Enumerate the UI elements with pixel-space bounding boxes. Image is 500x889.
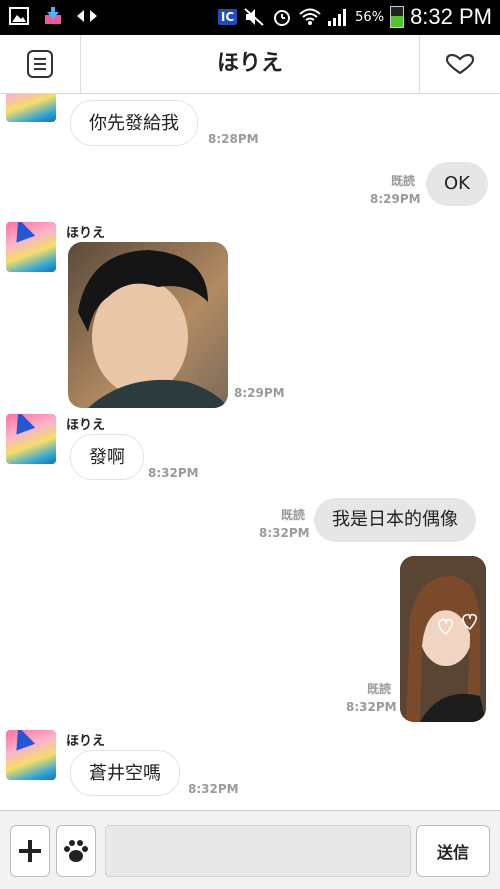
sender-name: ほりえ xyxy=(66,226,106,241)
message-bubble-outgoing[interactable]: OK xyxy=(426,162,488,206)
message-time: 8:32PM xyxy=(148,466,199,480)
sender-name: ほりえ xyxy=(66,734,106,749)
read-receipt: 既読 xyxy=(367,682,392,696)
message-time: 8:29PM xyxy=(370,192,421,206)
menu-button[interactable] xyxy=(0,35,81,93)
message-time: 8:32PM xyxy=(259,526,310,540)
message-time: 8:32PM xyxy=(346,700,397,714)
wifi-icon xyxy=(299,7,321,27)
battery-percent: 56% xyxy=(355,9,385,25)
avatar[interactable] xyxy=(6,222,56,272)
sender-name: ほりえ xyxy=(66,418,106,433)
avatar[interactable] xyxy=(6,730,56,780)
plus-icon xyxy=(19,840,41,862)
photo-message[interactable] xyxy=(400,556,486,722)
message-bubble-incoming[interactable]: 你先發給我 xyxy=(70,100,198,146)
paw-icon xyxy=(64,840,88,862)
read-receipt: 既読 xyxy=(391,174,416,188)
clock: 8:32 PM xyxy=(410,4,492,29)
input-bar: 送信 xyxy=(0,810,500,889)
download-icon xyxy=(42,6,64,26)
avatar[interactable] xyxy=(6,94,56,122)
plus-button[interactable] xyxy=(10,825,50,877)
chat-area[interactable]: 你先發給我 8:28PM OK 既読 8:29PM ほりえ 8:29PM ほりえ… xyxy=(0,94,500,810)
photo-message[interactable] xyxy=(68,242,228,408)
sticker-button[interactable] xyxy=(56,825,96,877)
message-time: 8:28PM xyxy=(208,132,259,146)
send-button[interactable]: 送信 xyxy=(416,825,490,877)
mute-icon xyxy=(243,7,265,27)
message-bubble-incoming[interactable]: 發啊 xyxy=(70,434,144,480)
message-bubble-incoming[interactable]: 蒼井空嗎 xyxy=(70,750,180,796)
gallery-icon xyxy=(8,6,30,26)
message-input[interactable] xyxy=(105,825,411,877)
read-receipt: 既読 xyxy=(281,508,306,522)
message-time: 8:32PM xyxy=(188,782,239,796)
signal-icon xyxy=(327,7,349,27)
like-button[interactable] xyxy=(419,35,500,93)
avatar[interactable] xyxy=(6,414,56,464)
chat-header: ほりえ xyxy=(0,35,500,94)
ic-badge: IC xyxy=(217,9,238,25)
data-arrows-icon xyxy=(76,6,98,26)
message-bubble-outgoing[interactable]: 我是日本的偶像 xyxy=(314,498,476,542)
heart-chevron-icon xyxy=(445,54,475,74)
status-bar: IC 56% 8:32 PM xyxy=(0,0,500,35)
chat-title: ほりえ xyxy=(216,51,283,76)
message-time: 8:29PM xyxy=(234,386,285,400)
menu-icon xyxy=(27,50,53,78)
battery-icon xyxy=(390,6,405,28)
alarm-icon xyxy=(271,7,293,27)
